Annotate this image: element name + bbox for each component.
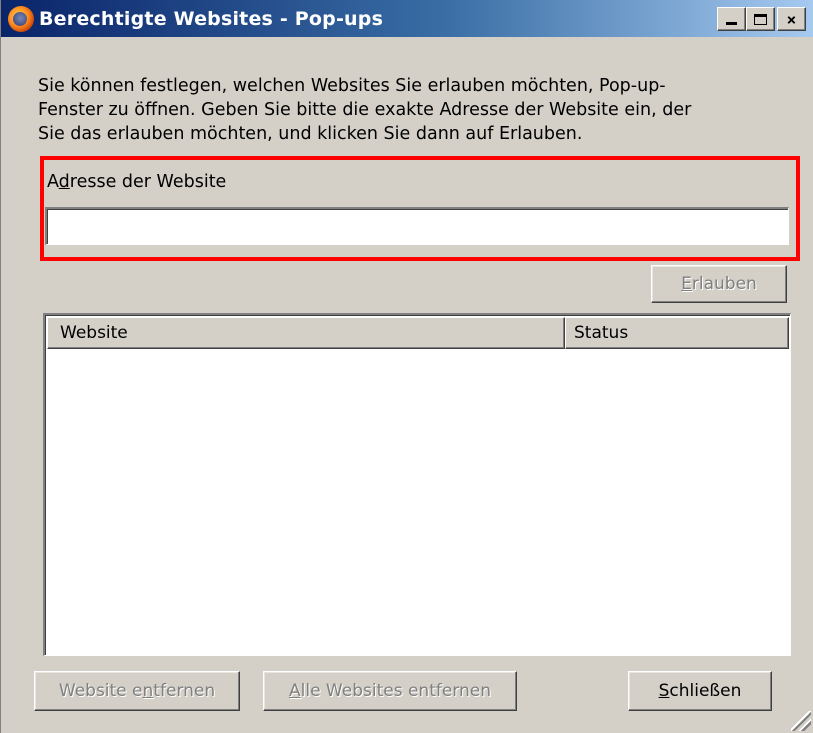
close-label: chließen xyxy=(669,681,742,701)
remove-all-label: lle Websites entfernen xyxy=(300,681,492,701)
maximize-icon xyxy=(754,13,767,25)
remove-accesskey: n xyxy=(142,681,154,701)
remove-all-websites-button[interactable]: Alle Websites entfernen xyxy=(263,671,517,711)
website-address-input[interactable] xyxy=(45,207,789,245)
close-icon: × xyxy=(786,9,797,29)
intro-text: Sie können festlegen, welchen Websites S… xyxy=(38,76,692,144)
websites-list[interactable]: Website Status xyxy=(43,313,791,656)
list-header: Website Status xyxy=(47,317,789,349)
address-label: Adresse der Website xyxy=(47,172,226,192)
close-accesskey: S xyxy=(658,681,670,701)
remove-all-accesskey: A xyxy=(288,681,301,701)
firefox-icon xyxy=(8,5,34,32)
remove-website-button[interactable]: Website e n tfernen xyxy=(34,671,240,711)
remove-label-b: tfernen xyxy=(153,681,216,701)
resize-grip[interactable] xyxy=(791,711,811,731)
remove-label-a: Website e xyxy=(58,681,143,701)
column-header-website[interactable]: Website xyxy=(47,317,565,349)
window-title: Berechtigte Websites - Pop-ups xyxy=(39,7,384,30)
allow-accesskey: E xyxy=(681,274,692,294)
close-dialog-button[interactable]: Schließen xyxy=(628,671,772,711)
minimize-button[interactable] xyxy=(717,7,746,31)
allow-label: rlauben xyxy=(691,274,757,294)
window-controls: × xyxy=(717,7,806,31)
column-header-status[interactable]: Status xyxy=(565,317,789,349)
maximize-button[interactable] xyxy=(746,7,775,31)
address-label-part: A xyxy=(47,172,59,192)
permissions-dialog: Berechtigte Websites - Pop-ups × Sie kön… xyxy=(0,0,813,733)
address-label-accesskey: d xyxy=(58,172,70,192)
allow-button[interactable]: Erlauben xyxy=(651,265,787,303)
close-button[interactable]: × xyxy=(777,7,806,31)
title-bar[interactable]: Berechtigte Websites - Pop-ups × xyxy=(1,0,813,37)
minimize-icon xyxy=(726,22,737,25)
address-label-rest: resse der Website xyxy=(69,172,227,192)
